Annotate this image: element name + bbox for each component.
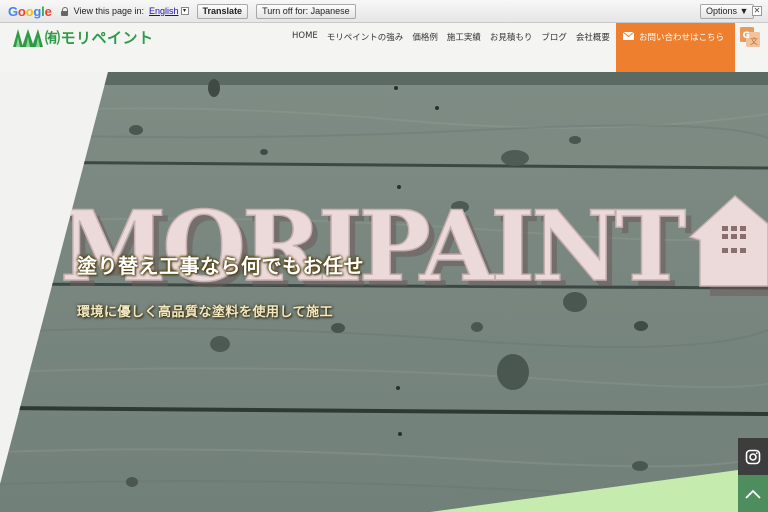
instagram-button[interactable] — [738, 438, 768, 475]
moripaint-sign-text: MORIPAINT — [60, 190, 686, 303]
main-nav: HOME モリペイントの強み 価格例 施工実績 お見積もり ブログ 会社概要 — [292, 31, 619, 43]
logo-text: ㈲モリペイント — [45, 29, 154, 47]
nav-item-strengths[interactable]: モリペイントの強み — [327, 31, 404, 43]
svg-text:G: G — [743, 31, 750, 41]
mail-icon — [623, 32, 634, 40]
nav-item-works[interactable]: 施工実績 — [447, 31, 481, 43]
site-header: ㈲モリペイント HOME モリペイントの強み 価格例 施工実績 お見積もり ブロ… — [0, 23, 768, 72]
lock-icon — [60, 6, 69, 16]
instagram-icon — [745, 449, 761, 464]
back-to-top-button[interactable] — [738, 475, 768, 512]
nav-item-home[interactable]: HOME — [292, 31, 318, 43]
nav-item-prices[interactable]: 価格例 — [412, 31, 438, 43]
site-logo[interactable]: ㈲モリペイント — [13, 27, 154, 48]
options-button[interactable]: Options ▼ — [700, 4, 755, 19]
language-select[interactable]: English — [149, 6, 179, 16]
contact-button[interactable]: お問い合わせはこちら — [616, 23, 735, 72]
turn-off-button[interactable]: Turn off for: Japanese — [256, 3, 356, 19]
nav-item-blog[interactable]: ブログ — [541, 31, 567, 43]
hero-photo: MORIPAINT MORIPAINT — [0, 72, 768, 512]
google-translate-bar: Google View this page in: English ▾ Tran… — [0, 0, 768, 23]
hero-subline: 環境に優しく高品質な塗料を使用して施工 — [77, 305, 334, 320]
nav-item-company[interactable]: 会社概要 — [576, 31, 610, 43]
hero-section: MORIPAINT MORIPAINT 塗り替え工事なら何でもお任せ 環境に優し… — [0, 72, 768, 512]
chevron-up-icon — [745, 489, 761, 499]
contact-label: お問い合わせはこちら — [639, 33, 725, 43]
translate-prompt: View this page in: — [73, 6, 145, 16]
hero-headline: 塗り替え工事なら何でもお任せ — [77, 254, 364, 278]
nav-item-estimate[interactable]: お見積もり — [490, 31, 533, 43]
trees-logo-icon — [13, 28, 43, 47]
chevron-down-icon[interactable]: ▾ — [180, 7, 189, 15]
google-translate-icon[interactable]: G 文 — [740, 27, 760, 47]
svg-text:文: 文 — [750, 36, 758, 46]
close-icon[interactable]: ✕ — [752, 6, 762, 16]
translate-button[interactable]: Translate — [196, 3, 249, 19]
google-logo: Google — [8, 3, 52, 19]
